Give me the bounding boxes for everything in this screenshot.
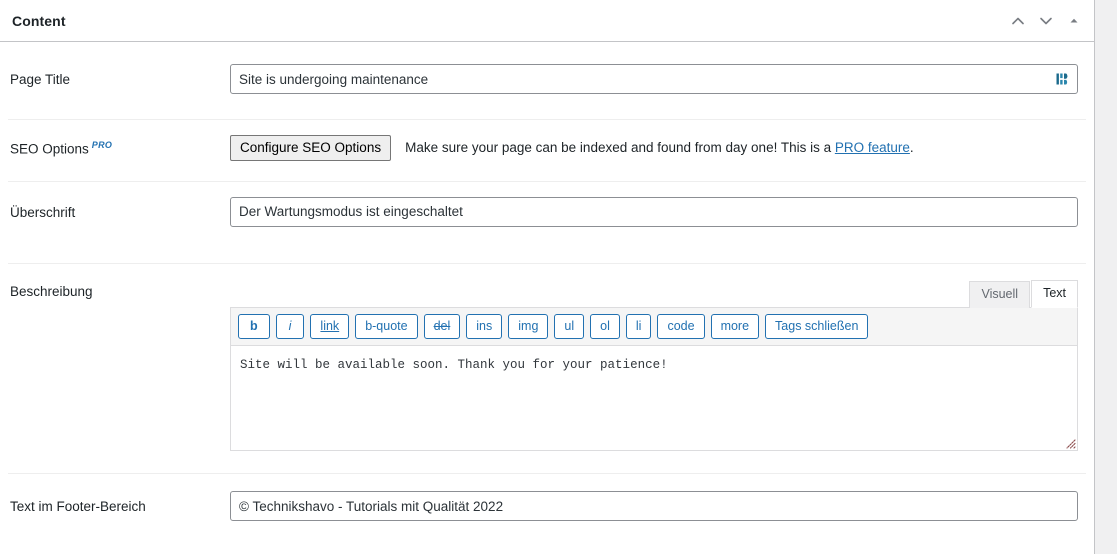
toolbar-button-close-tags[interactable]: Tags schließen [765, 313, 869, 340]
description-textarea[interactable] [231, 346, 1077, 451]
toolbar-button-del[interactable]: del [423, 313, 461, 340]
heading-field-wrap [230, 196, 1094, 227]
footer-text-label: Text im Footer-Bereich [10, 499, 146, 515]
page-title-label: Page Title [10, 72, 71, 87]
toolbar-button-li[interactable]: li [625, 313, 652, 340]
description-field-wrap: Visuell Text b i link b-quote del ins im… [230, 280, 1094, 452]
heading-label: Überschrift [10, 204, 76, 220]
editor-body [231, 346, 1077, 451]
toolbar-button-ul[interactable]: ul [554, 313, 585, 340]
toolbar-button-b-quote[interactable]: b-quote [355, 313, 418, 340]
grammar-check-icon[interactable] [1055, 71, 1071, 87]
seo-description-after: . [909, 140, 914, 156]
move-down-button[interactable] [1032, 4, 1060, 38]
row-seo-options: SEO Options PRO Configure SEO Options Mak… [0, 119, 1094, 181]
toolbar-button-bold[interactable]: b [238, 313, 270, 340]
toolbar-button-ol[interactable]: ol [590, 313, 620, 340]
toolbar-button-link[interactable]: link [310, 313, 350, 340]
row-divider [8, 119, 1086, 120]
editor-toolbar: b i link b-quote del ins img ul ol li co… [231, 307, 1077, 347]
tab-visuell[interactable]: Visuell [969, 281, 1031, 308]
description-label: Beschreibung [10, 283, 93, 299]
seo-description-before: Make sure your page can be indexed and f… [405, 140, 835, 156]
panel-header: Content [0, 0, 1094, 42]
toolbar-button-ins[interactable]: ins [466, 313, 503, 340]
toolbar-button-del-label: del [433, 318, 451, 333]
heading-input[interactable] [230, 196, 1078, 227]
row-divider [8, 180, 1086, 182]
page-title-field-wrap [230, 64, 1094, 94]
toggle-panel-button[interactable] [1060, 4, 1088, 38]
footer-text-input[interactable] [230, 491, 1078, 522]
seo-options-label-text: SEO Options [10, 141, 89, 157]
seo-description: Make sure your page can be indexed and f… [405, 140, 914, 155]
panel-header-controls [1004, 0, 1088, 41]
row-divider [8, 262, 1086, 264]
configure-seo-options-button[interactable]: Configure SEO Options [230, 135, 392, 161]
toolbar-button-more[interactable]: more [710, 313, 760, 340]
toolbar-button-img[interactable]: img [508, 313, 549, 340]
page-title-input[interactable] [230, 64, 1078, 94]
move-up-button[interactable] [1004, 4, 1032, 38]
toolbar-button-code[interactable]: code [657, 313, 705, 340]
row-divider [8, 473, 1086, 475]
tab-text[interactable]: Text [1031, 280, 1078, 308]
page-title: Content [12, 12, 66, 29]
chevron-up-icon [1010, 13, 1026, 29]
seo-options-field-wrap: Configure SEO Options Make sure your pag… [230, 135, 1094, 161]
triangle-up-icon [1068, 15, 1080, 27]
toolbar-button-link-label: link [320, 318, 340, 333]
chevron-down-icon [1038, 13, 1054, 29]
editor-mode-tabs: Visuell Text [230, 280, 1078, 308]
row-page-title: Page Title [0, 42, 1094, 119]
seo-options-label: SEO Options PRO [0, 135, 230, 158]
pro-badge: PRO [91, 140, 113, 150]
row-description: Beschreibung Visuell Text b i link b-quo… [0, 262, 1094, 474]
row-heading: Überschrift [0, 180, 1094, 263]
editor-container: b i link b-quote del ins img ul ol li co… [230, 306, 1078, 452]
toolbar-button-italic[interactable]: i [275, 313, 305, 340]
row-footer-text: Text im Footer-Bereich [0, 473, 1094, 545]
pro-feature-link[interactable]: PRO feature [835, 140, 910, 155]
content-panel: Content Page Title Site is undergoing ma… [0, 0, 1095, 554]
footer-text-field-wrap [230, 491, 1094, 522]
